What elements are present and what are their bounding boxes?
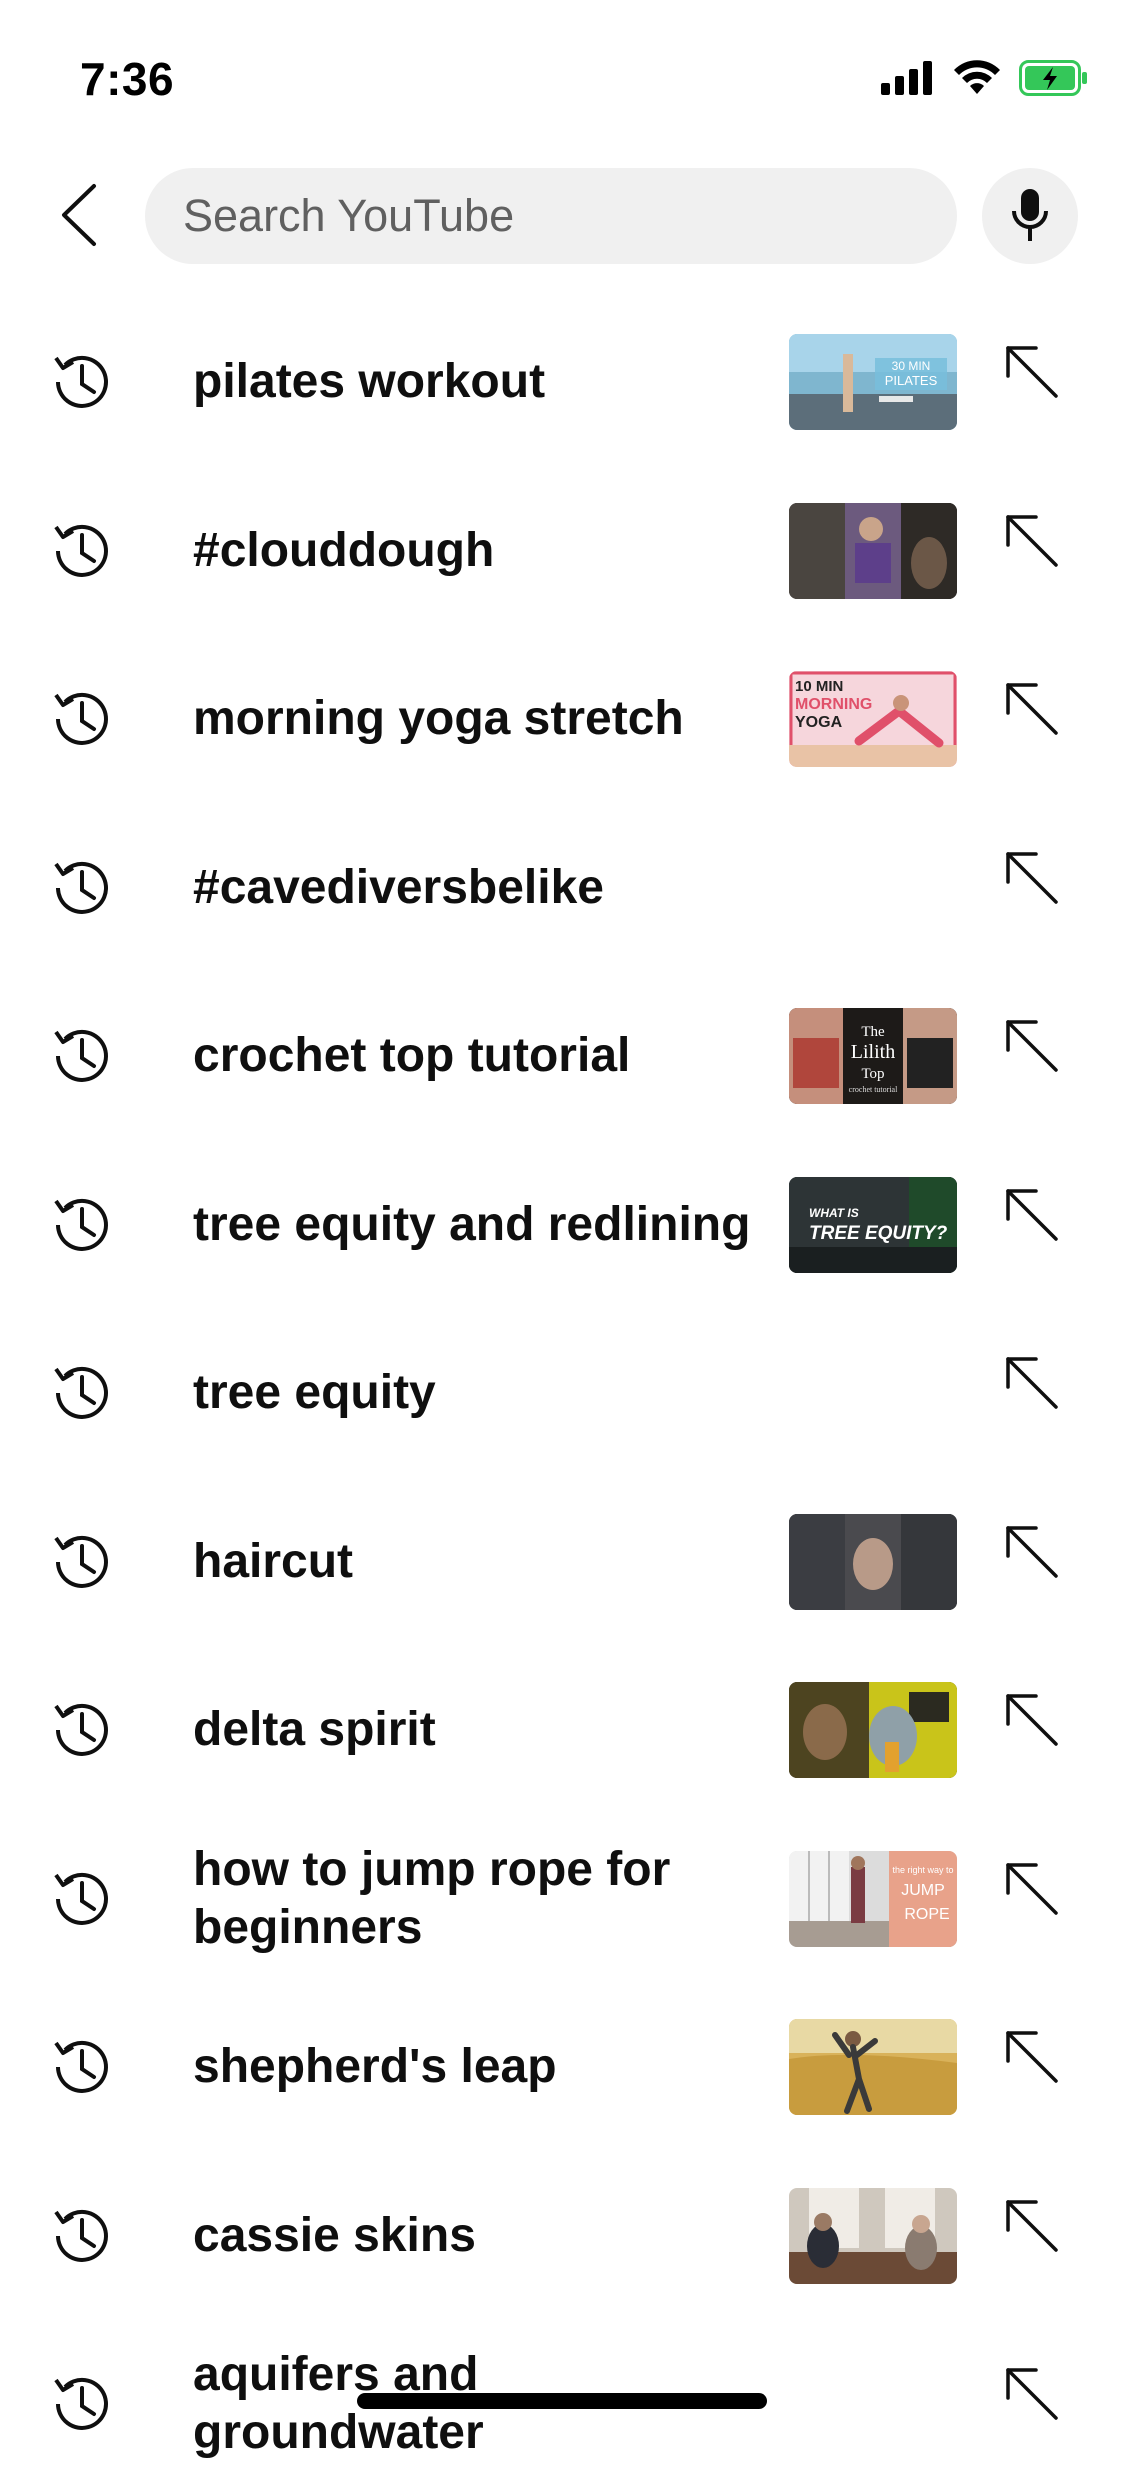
history-icon bbox=[54, 2378, 108, 2431]
history-icon bbox=[54, 1535, 108, 1588]
history-icon bbox=[54, 1704, 108, 1757]
suggestion-text: pilates workout bbox=[193, 355, 546, 409]
suggestion-row[interactable]: how to jump rope for beginners the right… bbox=[0, 1815, 1125, 1984]
status-icons bbox=[881, 60, 1089, 101]
suggestion-row[interactable]: tree equity bbox=[0, 1309, 1125, 1478]
arrow-up-left-icon[interactable] bbox=[1000, 1857, 1066, 1923]
suggestion-thumbnail: the right way to JUMP ROPE bbox=[789, 1850, 957, 1947]
svg-text:the right way to: the right way to bbox=[892, 1865, 953, 1875]
suggestion-text: tree equity and redlining bbox=[193, 1197, 751, 1251]
status-time: 7:36 bbox=[80, 53, 175, 105]
suggestion-row[interactable]: crochet top tutorial The Lilith Top croc… bbox=[0, 972, 1125, 1141]
history-icon bbox=[54, 861, 108, 914]
history-icon bbox=[54, 356, 108, 409]
arrow-up-left-icon[interactable] bbox=[1000, 1688, 1066, 1754]
suggestion-thumbnail bbox=[789, 2019, 957, 2116]
suggestion-text: delta spirit bbox=[193, 1703, 436, 1757]
history-icon bbox=[54, 2041, 108, 2094]
suggestion-thumbnail: The Lilith Top crochet tutorial bbox=[789, 1008, 957, 1105]
history-icon bbox=[54, 1872, 108, 1925]
suggestion-text: how to jump rope for beginners bbox=[193, 1842, 671, 1954]
thumbnail-caption: 10 MIN bbox=[795, 678, 843, 695]
arrow-up-left-icon[interactable] bbox=[1000, 1183, 1066, 1249]
back-arrow-icon bbox=[62, 184, 96, 246]
thumbnail-caption: Top bbox=[861, 1066, 884, 1082]
wifi-icon bbox=[953, 60, 1001, 101]
search-suggestion-list: pilates workout 30 MIN PILATES #clouddou… bbox=[0, 298, 1125, 2489]
suggestion-text: crochet top tutorial bbox=[193, 1029, 631, 1083]
suggestion-text: tree equity bbox=[193, 1366, 436, 1420]
suggestion-thumbnail bbox=[789, 502, 957, 599]
suggestion-row[interactable]: morning yoga stretch 10 MIN MORNING YOGA bbox=[0, 635, 1125, 804]
thumbnail-caption: 30 MIN bbox=[892, 359, 931, 373]
thumbnail-caption: crochet tutorial bbox=[849, 1085, 898, 1094]
arrow-up-left-icon[interactable] bbox=[1000, 677, 1066, 743]
battery-icon bbox=[1019, 60, 1089, 101]
suggestion-row[interactable]: delta spirit bbox=[0, 1646, 1125, 1815]
back-button[interactable] bbox=[40, 172, 120, 258]
arrow-up-left-icon[interactable] bbox=[1000, 846, 1066, 912]
arrow-up-left-icon[interactable] bbox=[1000, 509, 1066, 575]
thumbnail-caption: The bbox=[861, 1024, 885, 1040]
home-indicator[interactable] bbox=[357, 2393, 767, 2409]
suggestion-row[interactable]: #cavediversbelike bbox=[0, 804, 1125, 973]
history-icon bbox=[54, 693, 108, 746]
arrow-up-left-icon[interactable] bbox=[1000, 1014, 1066, 1080]
history-icon bbox=[54, 1367, 108, 1420]
search-input[interactable] bbox=[181, 189, 925, 243]
suggestion-text: shepherd's leap bbox=[193, 2040, 557, 2094]
suggestion-thumbnail: WHAT IS TREE EQUITY? bbox=[789, 1176, 957, 1273]
search-box[interactable] bbox=[145, 168, 957, 264]
arrow-up-left-icon[interactable] bbox=[1000, 2362, 1066, 2428]
thumbnail-caption: TREE EQUITY? bbox=[809, 1223, 948, 1244]
suggestion-thumbnail bbox=[789, 1682, 957, 1779]
thumbnail-caption: PILATES bbox=[885, 373, 938, 388]
history-icon bbox=[54, 1030, 108, 1083]
search-header bbox=[0, 160, 1125, 270]
suggestion-text: #clouddough bbox=[193, 523, 495, 577]
status-bar: 7:36 bbox=[0, 0, 1125, 140]
voice-search-button[interactable] bbox=[982, 168, 1078, 264]
arrow-up-left-icon[interactable] bbox=[1000, 1351, 1066, 1417]
suggestion-text: morning yoga stretch bbox=[193, 692, 684, 746]
suggestion-thumbnail bbox=[789, 1513, 957, 1610]
suggestion-thumbnail: 10 MIN MORNING YOGA bbox=[789, 671, 957, 768]
suggestion-text: cassie skins bbox=[193, 2208, 476, 2262]
suggestion-row[interactable]: tree equity and redlining WHAT IS TREE E… bbox=[0, 1141, 1125, 1310]
thumbnail-caption: JUMP bbox=[901, 1882, 945, 1899]
suggestion-thumbnail bbox=[789, 2187, 957, 2284]
suggestion-row[interactable]: pilates workout 30 MIN PILATES bbox=[0, 298, 1125, 467]
thumbnail-caption: MORNING bbox=[795, 696, 872, 713]
suggestion-thumbnail: 30 MIN PILATES bbox=[789, 334, 957, 431]
suggestion-row[interactable]: #clouddough bbox=[0, 467, 1125, 636]
cellular-signal-icon bbox=[881, 61, 935, 100]
history-icon bbox=[54, 2209, 108, 2262]
history-icon bbox=[54, 1198, 108, 1251]
arrow-up-left-icon[interactable] bbox=[1000, 1520, 1066, 1586]
suggestion-row[interactable]: cassie skins bbox=[0, 2152, 1125, 2321]
suggestion-row[interactable]: haircut bbox=[0, 1478, 1125, 1647]
suggestion-text: haircut bbox=[193, 1534, 354, 1588]
arrow-up-left-icon[interactable] bbox=[1000, 2194, 1066, 2260]
arrow-up-left-icon[interactable] bbox=[1000, 2025, 1066, 2091]
thumbnail-caption: ROPE bbox=[904, 1906, 949, 1923]
suggestion-row[interactable]: shepherd's leap bbox=[0, 1983, 1125, 2152]
history-icon bbox=[54, 524, 108, 577]
suggestion-text: #cavediversbelike bbox=[193, 860, 604, 914]
thumbnail-caption: Lilith bbox=[851, 1041, 895, 1063]
thumbnail-caption: YOGA bbox=[795, 714, 843, 731]
microphone-icon bbox=[1012, 189, 1048, 241]
thumbnail-caption: WHAT IS bbox=[809, 1206, 859, 1220]
arrow-up-left-icon[interactable] bbox=[1000, 340, 1066, 406]
